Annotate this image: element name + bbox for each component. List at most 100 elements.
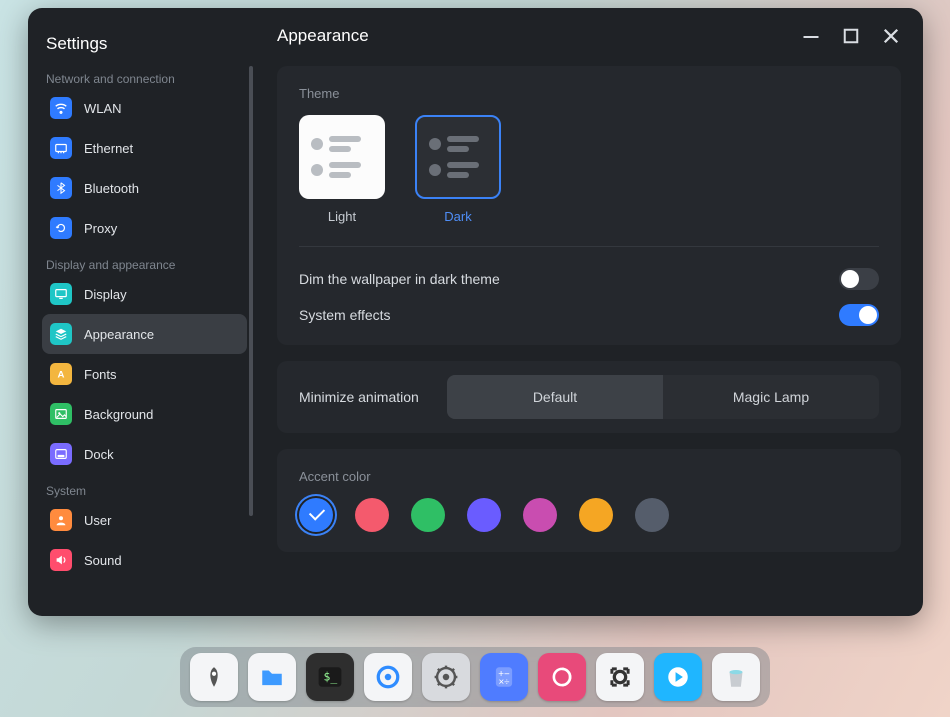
accent-swatch[interactable] [299,498,333,532]
theme-option-light[interactable]: Light [299,115,385,224]
minimize-animation-option-default[interactable]: Default [447,375,663,419]
terminal-icon: $_ [317,664,343,690]
main-header: Appearance [277,26,901,46]
section-label: System [46,484,243,498]
theme-option-label: Dark [444,209,471,224]
speaker-icon [50,549,72,571]
sidebar-item-label: Dock [84,447,114,462]
svg-text:A: A [58,370,65,381]
accent-swatch[interactable] [579,498,613,532]
calc-icon: +−×÷ [491,664,517,690]
section-label: Network and connection [46,72,243,86]
rocket-icon [201,664,227,690]
accent-color-card: Accent color [277,449,901,552]
minimize-button[interactable] [801,26,821,46]
theme-option-label: Light [328,209,356,224]
picture-icon [50,403,72,425]
sidebar-item-label: Sound [84,553,122,568]
maximize-button[interactable] [841,26,861,46]
dock-app-browser[interactable] [364,653,412,701]
dock-app-launcher[interactable] [190,653,238,701]
sidebar-item-label: User [84,513,111,528]
section-label: Display and appearance [46,258,243,272]
sidebar-item-user[interactable]: User [42,500,247,540]
user-icon [50,509,72,531]
sidebar-item-label: Fonts [84,367,117,382]
minimize-animation-option-magic-lamp[interactable]: Magic Lamp [663,375,879,419]
dock-app-media[interactable] [654,653,702,701]
sidebar-item-wlan[interactable]: WLAN [42,88,247,128]
sidebar-item-sound[interactable]: Sound [42,540,247,580]
gear-icon [433,664,459,690]
sidebar-item-label: Bluetooth [84,181,139,196]
globe-icon [375,664,401,690]
accent-swatch[interactable] [411,498,445,532]
sidebar-item-label: Proxy [84,221,117,236]
system-effects-row: System effects [299,297,879,333]
minimize-animation-row: Minimize animation DefaultMagic Lamp [299,375,879,419]
refresh-icon [50,217,72,239]
dock-bar: $_ +−×÷ [180,647,770,707]
svg-text:×÷: ×÷ [498,677,510,688]
dock-app-settings[interactable] [422,653,470,701]
sidebar-item-bluetooth[interactable]: Bluetooth [42,168,247,208]
close-button[interactable] [881,26,901,46]
theme-option-dark[interactable]: Dark [415,115,501,224]
settings-window: Settings Network and connectionWLANEther… [28,8,923,616]
layers-icon [50,323,72,345]
sidebar-item-proxy[interactable]: Proxy [42,208,247,248]
system-effects-toggle[interactable] [839,304,879,326]
accent-swatch[interactable] [355,498,389,532]
accent-swatch[interactable] [523,498,557,532]
sidebar: Settings Network and connectionWLANEther… [28,8,255,616]
minimize-animation-label: Minimize animation [299,389,429,405]
sidebar-item-ethernet[interactable]: Ethernet [42,128,247,168]
sidebar-item-fonts[interactable]: A Fonts [42,354,247,394]
svg-text:$_: $_ [324,669,338,683]
page-title: Appearance [277,26,369,46]
folder-icon [259,664,285,690]
play-icon [665,664,691,690]
dim-wallpaper-label: Dim the wallpaper in dark theme [299,271,500,287]
sidebar-item-dock[interactable]: Dock [42,434,247,474]
swirl-icon [549,664,575,690]
sidebar-item-display[interactable]: Display [42,274,247,314]
window-controls [801,26,901,46]
trash-icon [723,664,749,690]
sidebar-item-label: Appearance [84,327,154,342]
sidebar-item-background[interactable]: Background [42,394,247,434]
dock-app-screenshot[interactable] [596,653,644,701]
accent-swatch[interactable] [635,498,669,532]
divider [299,246,879,247]
ethernet-icon [50,137,72,159]
monitor-icon [50,283,72,305]
minimize-animation-card: Minimize animation DefaultMagic Lamp [277,361,901,433]
dock-app-files[interactable] [248,653,296,701]
dock-app-trash[interactable] [712,653,760,701]
dim-wallpaper-row: Dim the wallpaper in dark theme [299,261,879,297]
theme-section-label: Theme [299,86,879,101]
sidebar-item-label: Ethernet [84,141,133,156]
sidebar-scrollbar[interactable] [249,66,253,516]
sidebar-item-label: Display [84,287,127,302]
theme-preview-light [299,115,385,199]
bluetooth-icon [50,177,72,199]
accent-swatch[interactable] [467,498,501,532]
sidebar-item-label: WLAN [84,101,122,116]
system-effects-label: System effects [299,307,391,323]
dim-wallpaper-toggle[interactable] [839,268,879,290]
dock-app-software[interactable] [538,653,586,701]
minimize-animation-segmented[interactable]: DefaultMagic Lamp [447,375,879,419]
crop-icon [607,664,633,690]
dock-icon [50,443,72,465]
dock-app-calculator[interactable]: +−×÷ [480,653,528,701]
theme-preview-dark [415,115,501,199]
accent-color-label: Accent color [299,469,879,484]
letter-a-icon: A [50,363,72,385]
sidebar-item-label: Background [84,407,153,422]
main-panel: Appearance Theme Light Dark Dim the wallp… [255,8,923,616]
sidebar-item-appearance[interactable]: Appearance [42,314,247,354]
dock-app-terminal[interactable]: $_ [306,653,354,701]
wifi-icon [50,97,72,119]
theme-card: Theme Light Dark Dim the wallpaper in dar… [277,66,901,345]
